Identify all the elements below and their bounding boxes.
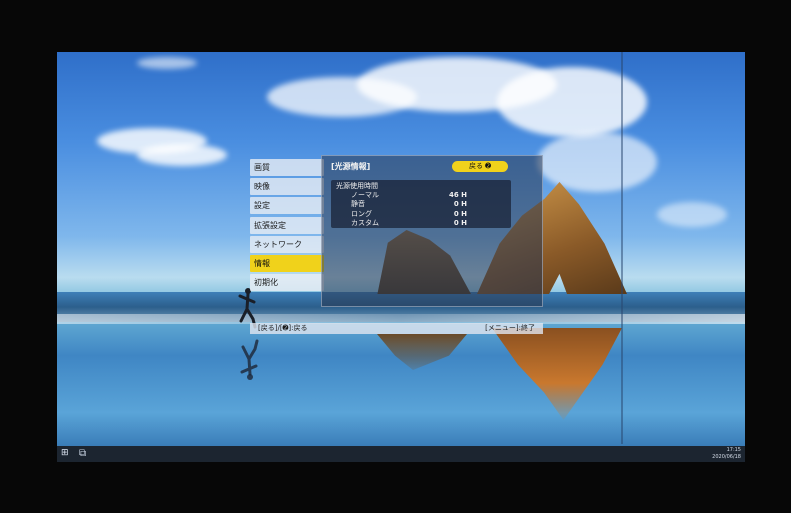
projected-screen: 画質 映像 設定 拡張設定 ネットワーク 情報 初期化 [光源情報] 戻る ➋ … <box>57 52 745 462</box>
osd-info-panel: [光源情報] 戻る ➋ 光源使用時間 ノーマル 46 H 静音 0 H ロング … <box>321 155 543 307</box>
hours-label: カスタム <box>351 218 379 227</box>
hint-back: [戻る]/[➋]:戻る <box>258 324 308 332</box>
running-person-reflection <box>240 339 259 380</box>
rock-reflection-arch <box>492 328 622 420</box>
hours-label: ノーマル <box>351 191 379 200</box>
cloud <box>137 144 227 166</box>
clock-time: 17:15 <box>726 447 741 453</box>
taskbar: ⊞ ⧉ 17:15 2020/06/18 <box>57 446 745 462</box>
menu-item-signal[interactable]: 映像 <box>250 178 324 196</box>
section-label-row: 光源使用時間 <box>331 182 511 191</box>
hours-value: 0 H <box>453 218 467 227</box>
hours-value: 0 H <box>453 200 467 209</box>
back-button[interactable]: 戻る ➋ <box>452 161 508 172</box>
cloud <box>497 67 647 137</box>
menu-item-reset[interactable]: 初期化 <box>250 274 324 292</box>
rock-reflection-left <box>377 334 467 370</box>
menu-item-network[interactable]: ネットワーク <box>250 235 324 253</box>
cloud <box>537 132 657 192</box>
hours-row-quiet: 静音 0 H <box>331 200 511 209</box>
task-view-icon[interactable]: ⧉ <box>79 448 90 459</box>
osd-hint-bar: [戻る]/[➋]:戻る [メニュー]:終了 <box>250 323 543 334</box>
hours-row-long: ロング 0 H <box>331 210 511 219</box>
hours-value: 0 H <box>453 209 467 218</box>
hours-row-normal: ノーマル 46 H <box>331 191 511 200</box>
menu-item-image[interactable]: 画質 <box>250 159 324 176</box>
menu-item-info[interactable]: 情報 <box>250 254 324 272</box>
taskbar-clock[interactable]: 17:15 2020/06/18 <box>712 447 741 461</box>
osd-main-menu: 画質 映像 設定 拡張設定 ネットワーク 情報 初期化 <box>250 159 324 294</box>
menu-item-extended[interactable]: 拡張設定 <box>250 216 324 234</box>
hint-exit: [メニュー]:終了 <box>485 324 535 332</box>
cloud <box>657 202 727 227</box>
panel-title: [光源情報] <box>331 162 371 171</box>
section-label: 光源使用時間 <box>336 182 378 190</box>
menu-item-settings[interactable]: 設定 <box>250 197 324 215</box>
screen-seam <box>621 52 623 444</box>
hours-label: 静音 <box>351 200 365 209</box>
hours-value: 46 H <box>448 191 467 200</box>
hours-label: ロング <box>351 209 372 218</box>
windows-logo-icon[interactable]: ⊞ <box>61 449 70 458</box>
hours-row-custom: カスタム 0 H <box>331 219 511 228</box>
clock-date: 2020/06/18 <box>712 454 741 460</box>
light-source-hours: 光源使用時間 ノーマル 46 H 静音 0 H ロング 0 H カスタム 0 H <box>331 180 511 228</box>
cloud <box>137 57 197 69</box>
